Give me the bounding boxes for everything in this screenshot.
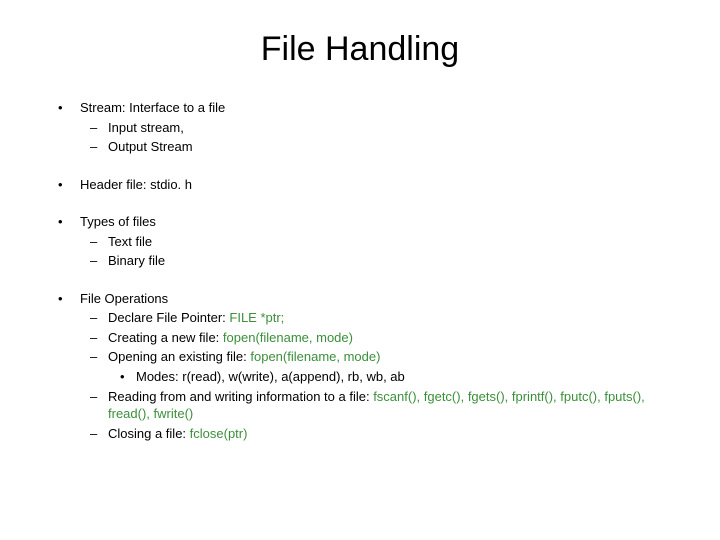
bullet-text: Stream: Interface to a file	[80, 100, 225, 115]
text: Closing a file:	[108, 426, 190, 441]
sublist: Declare File Pointer: FILE *ptr; Creatin…	[80, 309, 670, 442]
slide: File Handling Stream: Interface to a fil…	[0, 0, 720, 540]
code: FILE *ptr;	[229, 310, 284, 325]
sub-item: Output Stream	[80, 138, 670, 156]
text: Reading from and writing information to …	[108, 389, 373, 404]
text: Declare File Pointer:	[108, 310, 229, 325]
bullet-text: Types of files	[80, 214, 156, 229]
sub-item-declare: Declare File Pointer: FILE *ptr;	[80, 309, 670, 327]
text: Creating a new file:	[108, 330, 223, 345]
sublist: Text file Binary file	[80, 233, 670, 270]
bullet-header-file: Header file: stdio. h	[50, 176, 670, 194]
code: fopen(filename, mode)	[223, 330, 353, 345]
sublist: Input stream, Output Stream	[80, 119, 670, 156]
sub-item-create: Creating a new file: fopen(filename, mod…	[80, 329, 670, 347]
bullet-operations: File Operations Declare File Pointer: FI…	[50, 290, 670, 442]
code: fopen(filename, mode)	[250, 349, 380, 364]
sub-item-close: Closing a file: fclose(ptr)	[80, 425, 670, 443]
bullet-text: File Operations	[80, 291, 168, 306]
sub-item: Binary file	[80, 252, 670, 270]
sub-item: Text file	[80, 233, 670, 251]
code: fclose(ptr)	[190, 426, 248, 441]
bullet-stream: Stream: Interface to a file Input stream…	[50, 99, 670, 156]
text: Opening an existing file:	[108, 349, 250, 364]
subsublist: Modes: r(read), w(write), a(append), rb,…	[108, 368, 670, 386]
bullet-list: Stream: Interface to a file Input stream…	[50, 99, 670, 442]
sub-item-readwrite: Reading from and writing information to …	[80, 388, 670, 423]
slide-title: File Handling	[50, 30, 670, 69]
sub-item-open: Opening an existing file: fopen(filename…	[80, 348, 670, 385]
bullet-types: Types of files Text file Binary file	[50, 213, 670, 270]
modes-item: Modes: r(read), w(write), a(append), rb,…	[108, 368, 670, 386]
sub-item: Input stream,	[80, 119, 670, 137]
